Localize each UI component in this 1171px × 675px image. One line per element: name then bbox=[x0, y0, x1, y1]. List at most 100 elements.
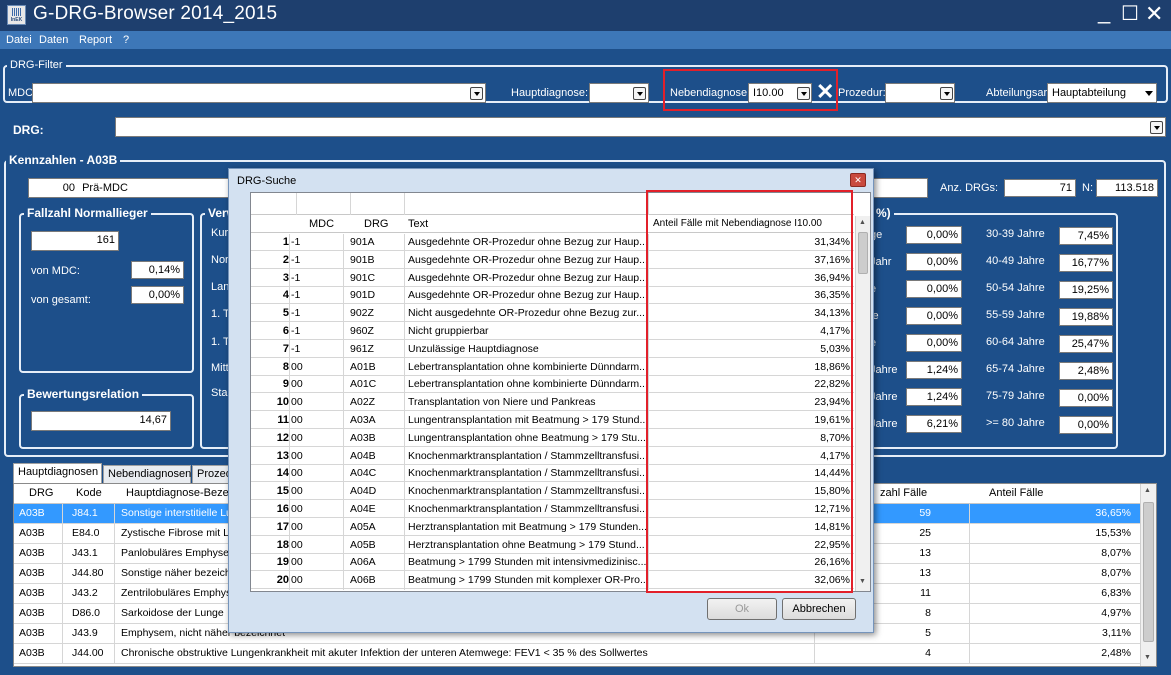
drg-filter-title: DRG-Filter bbox=[7, 59, 66, 71]
anz-drgs-value: 71 bbox=[1004, 179, 1076, 197]
minimize-button[interactable]: _ bbox=[1098, 0, 1110, 24]
cell-drg: A01C bbox=[350, 378, 377, 391]
menu-daten[interactable]: Daten bbox=[39, 34, 68, 46]
col-header-anteil-nebendiagnose[interactable]: Anteil Fälle mit Nebendiagnose I10.00 bbox=[653, 218, 822, 229]
mdc-select[interactable] bbox=[32, 83, 486, 103]
prozedur-dropdown-chevron-icon[interactable] bbox=[940, 87, 953, 100]
cell-anteil-faelle: 8,07% bbox=[1101, 547, 1131, 559]
dialog-table-row[interactable]: 8 00 A01B Lebertransplantation ohne kombini… bbox=[251, 358, 854, 377]
dialog-scroll-thumb[interactable] bbox=[858, 232, 868, 274]
nebendiagnose-dropdown-chevron-icon[interactable] bbox=[797, 87, 810, 100]
menu-report[interactable]: Report bbox=[79, 34, 112, 46]
dialog-table-row[interactable]: 20 00 A06B Beatmung > 1799 Stunden mit komp… bbox=[251, 572, 854, 591]
drg-select[interactable] bbox=[115, 117, 1166, 137]
column-divider bbox=[648, 554, 649, 573]
column-divider bbox=[289, 518, 290, 537]
cell-text: Lungentransplantation mit Beatmung > 179… bbox=[408, 414, 648, 426]
column-divider bbox=[114, 604, 115, 624]
cell-mdc: 00 bbox=[291, 431, 303, 444]
maximize-button[interactable]: ☐ bbox=[1121, 2, 1139, 26]
ok-button[interactable]: Ok bbox=[707, 598, 777, 620]
cancel-button[interactable]: Abbrechen bbox=[782, 598, 856, 620]
mdc-filter-input[interactable] bbox=[297, 194, 349, 214]
column-divider bbox=[343, 501, 344, 519]
dialog-table-row[interactable]: 9 00 A01C Lebertransplantation ohne kombini… bbox=[251, 376, 854, 395]
alter-left-value: 1,24% bbox=[906, 388, 962, 406]
cell-drg: A03B bbox=[19, 607, 45, 619]
dialog-table-row[interactable]: 12 00 A03B Lungentransplantation ohne Beatm… bbox=[251, 429, 854, 448]
column-divider bbox=[648, 287, 649, 306]
cell-anzahl-faelle: 11 bbox=[920, 587, 931, 599]
cell-text: Lungentransplantation ohne Beatmung > 17… bbox=[408, 431, 646, 444]
bewertungsrelation-value: 14,67 bbox=[31, 411, 171, 431]
dialog-table-row[interactable]: 6 -1 960Z Nicht gruppierbar 4,17% bbox=[251, 323, 854, 341]
cell-text: Unzulässige Hauptdiagnose bbox=[408, 342, 539, 355]
dialog-table-row[interactable]: 2 -1 901B Ausgedehnte OR-Prozedur ohne Bezu… bbox=[251, 251, 854, 270]
dialog-table-row[interactable]: 11 00 A03A Lungentransplantation mit Beatmu… bbox=[251, 412, 854, 430]
dialog-table-row[interactable]: 3 -1 901C Ausgedehnte OR-Prozedur ohne Bezu… bbox=[251, 269, 854, 288]
drg-dropdown-chevron-icon[interactable] bbox=[1150, 121, 1163, 134]
dialog-table-row[interactable]: 15 00 A04D Knochenmarktransplantation / Sta… bbox=[251, 483, 854, 502]
close-button[interactable]: ✕ bbox=[1145, 2, 1163, 26]
alter-left-value: 0,00% bbox=[906, 307, 962, 325]
dialog-table-row[interactable]: 4 -1 901D Ausgedehnte OR-Prozedur ohne Bezu… bbox=[251, 287, 854, 306]
column-divider bbox=[404, 234, 405, 252]
cell-kode: J43.1 bbox=[72, 547, 98, 559]
cell-text: Ausgedehnte OR-Prozedur ohne Bezug zur H… bbox=[408, 271, 648, 284]
dialog-close-icon[interactable]: ✕ bbox=[850, 173, 866, 187]
dialog-table-row[interactable]: 17 00 A05A Herztransplantation mit Beatmung… bbox=[251, 518, 854, 537]
menu-help[interactable]: ? bbox=[123, 34, 129, 46]
dialog-table-row[interactable]: 10 00 A02Z Transplantation von Niere und Pa… bbox=[251, 394, 854, 413]
dialog-table-row[interactable]: 18 00 A05B Herztransplantation ohne Beatmun… bbox=[251, 536, 854, 555]
dialog-table-row[interactable]: 14 00 A04C Knochenmarktransplantation / Sta… bbox=[251, 465, 854, 484]
col-header-drg[interactable]: DRG bbox=[364, 218, 388, 230]
column-divider bbox=[404, 572, 405, 591]
hauptdiagnose-dropdown-chevron-icon[interactable] bbox=[633, 87, 646, 100]
cell-drg: A06B bbox=[350, 574, 376, 587]
alter-right-value: 7,45% bbox=[1059, 227, 1113, 245]
scroll-up-icon[interactable]: ▲ bbox=[1144, 487, 1151, 494]
cell-drg: 902Z bbox=[350, 307, 374, 320]
col-header-anteil-faelle[interactable]: Anteil Fälle bbox=[989, 487, 1043, 499]
column-divider bbox=[648, 234, 649, 252]
column-divider bbox=[648, 501, 649, 519]
drg-filter-input[interactable] bbox=[351, 194, 403, 214]
abteilungsart-chevron-down-icon[interactable] bbox=[1145, 91, 1153, 96]
col-header-anzahl-faelle[interactable]: zahl Fälle bbox=[880, 487, 927, 499]
scroll-thumb[interactable] bbox=[1143, 502, 1154, 642]
dialog-table-row[interactable]: 7 -1 961Z Unzulässige Hauptdiagnose 5,03% bbox=[251, 340, 854, 359]
table-row[interactable]: A03B J44.00 Chronische obstruktive Lungenk… bbox=[14, 644, 1156, 664]
tab-hauptdiagnosen[interactable]: Hauptdiagnosen bbox=[13, 463, 102, 483]
clear-nebendiagnose-icon[interactable]: ✕ bbox=[816, 81, 834, 103]
cell-mdc: -1 bbox=[291, 289, 301, 302]
dialog-scroll-down-icon[interactable]: ▼ bbox=[859, 578, 866, 585]
text-filter-input[interactable] bbox=[405, 194, 647, 214]
dialog-grid-scrollbar[interactable]: ▲ ▼ bbox=[855, 216, 870, 591]
col-header-mdc[interactable]: MDC bbox=[309, 218, 334, 230]
dialog-table-row[interactable]: 13 00 A04B Knochenmarktransplantation / Sta… bbox=[251, 447, 854, 466]
dialog-table-row[interactable]: 19 00 A06A Beatmung > 1799 Stunden mit inte… bbox=[251, 554, 854, 573]
dialog-table-row[interactable]: 16 00 A04E Knochenmarktransplantation / Sta… bbox=[251, 501, 854, 519]
tab-nebendiagnosen[interactable]: Nebendiagnosen bbox=[103, 465, 191, 483]
cell-anzahl-faelle: 13 bbox=[919, 547, 931, 559]
anteil-filter-input[interactable] bbox=[649, 194, 854, 214]
scroll-down-icon[interactable]: ▼ bbox=[1144, 654, 1151, 661]
column-divider bbox=[289, 536, 290, 555]
dialog-table-row[interactable]: 1 -1 901A Ausgedehnte OR-Prozedur ohne Bezu… bbox=[251, 234, 854, 252]
col-header-text[interactable]: Text bbox=[408, 218, 428, 230]
column-divider bbox=[404, 358, 405, 377]
cell-drg: 901D bbox=[350, 289, 376, 302]
column-divider bbox=[404, 536, 405, 555]
dialog-scroll-up-icon[interactable]: ▲ bbox=[859, 219, 866, 226]
column-divider bbox=[404, 340, 405, 359]
column-divider bbox=[114, 584, 115, 604]
mdc-dropdown-chevron-icon[interactable] bbox=[470, 87, 483, 100]
col-header-kode[interactable]: Kode bbox=[76, 487, 102, 499]
menu-datei[interactable]: Datei bbox=[6, 34, 32, 46]
abteilungsart-select[interactable]: Hauptabteilung bbox=[1047, 83, 1157, 103]
table-scrollbar[interactable]: ▲ ▼ bbox=[1140, 484, 1156, 666]
cell-mdc: -1 bbox=[291, 307, 301, 320]
col-header-drg[interactable]: DRG bbox=[29, 487, 53, 499]
column-divider bbox=[969, 644, 970, 664]
dialog-table-row[interactable]: 5 -1 902Z Nicht ausgedehnte OR-Prozedur ohn… bbox=[251, 305, 854, 324]
